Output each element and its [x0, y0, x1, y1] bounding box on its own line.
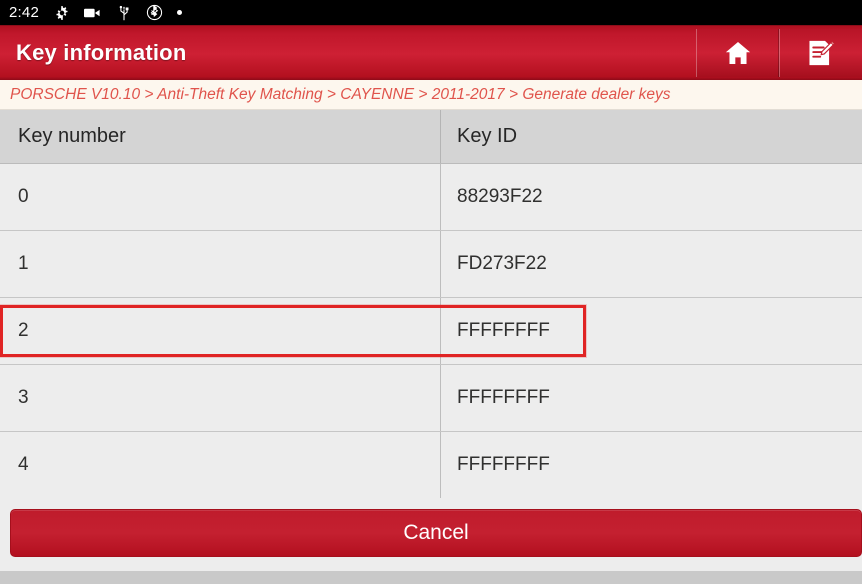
- table-row[interactable]: 1 FD273F22: [0, 231, 862, 298]
- cell-key-id: FFFFFFFF: [457, 387, 550, 408]
- key-table: Key number Key ID 0 88293F22 1 FD273F22 …: [0, 110, 862, 498]
- video-camera-icon: [84, 4, 101, 21]
- table-header-row: Key number Key ID: [0, 110, 862, 164]
- gear-icon: [53, 4, 70, 21]
- cell-key-number: 2: [0, 298, 441, 364]
- home-button[interactable]: [696, 29, 779, 77]
- cancel-button[interactable]: Cancel: [10, 509, 862, 557]
- cell-key-number: 1: [0, 231, 441, 297]
- cell-key-number: 3: [0, 365, 441, 431]
- edit-note-icon: [806, 38, 836, 68]
- page-title: Key information: [16, 40, 187, 65]
- app-header: Key information: [0, 25, 862, 80]
- home-icon: [723, 39, 753, 67]
- breadcrumb[interactable]: PORSCHE V10.10 > Anti-Theft Key Matching…: [0, 80, 862, 110]
- device-screen: 2:42 Key information PORSCHE V10.10 > An…: [0, 0, 862, 584]
- table-row-selected[interactable]: 2 FFFFFFFF: [0, 298, 862, 365]
- dot-icon: [177, 10, 182, 15]
- status-clock: 2:42: [9, 4, 39, 21]
- cell-key-id: FFFFFFFF: [457, 454, 550, 475]
- cell-key-id: 88293F22: [457, 186, 543, 207]
- breadcrumb-text: PORSCHE V10.10 > Anti-Theft Key Matching…: [10, 85, 671, 103]
- system-nav-strip: [0, 571, 862, 584]
- feedback-button[interactable]: [779, 29, 862, 77]
- cell-key-id: FD273F22: [457, 253, 547, 274]
- table-row[interactable]: 4 FFFFFFFF: [0, 432, 862, 498]
- bluetooth-icon: [146, 4, 163, 21]
- usb-icon: [115, 4, 132, 21]
- column-header-key-id: Key ID: [457, 125, 518, 147]
- status-bar: 2:42: [0, 0, 862, 25]
- column-header-key-number: Key number: [0, 110, 441, 163]
- cell-key-number: 0: [0, 164, 441, 230]
- cell-key-id: FFFFFFFF: [457, 320, 550, 341]
- table-row[interactable]: 0 88293F22: [0, 164, 862, 231]
- footer-bar: Cancel: [0, 498, 862, 571]
- header-actions: [696, 29, 862, 77]
- table-row[interactable]: 3 FFFFFFFF: [0, 365, 862, 432]
- cell-key-number: 4: [0, 432, 441, 498]
